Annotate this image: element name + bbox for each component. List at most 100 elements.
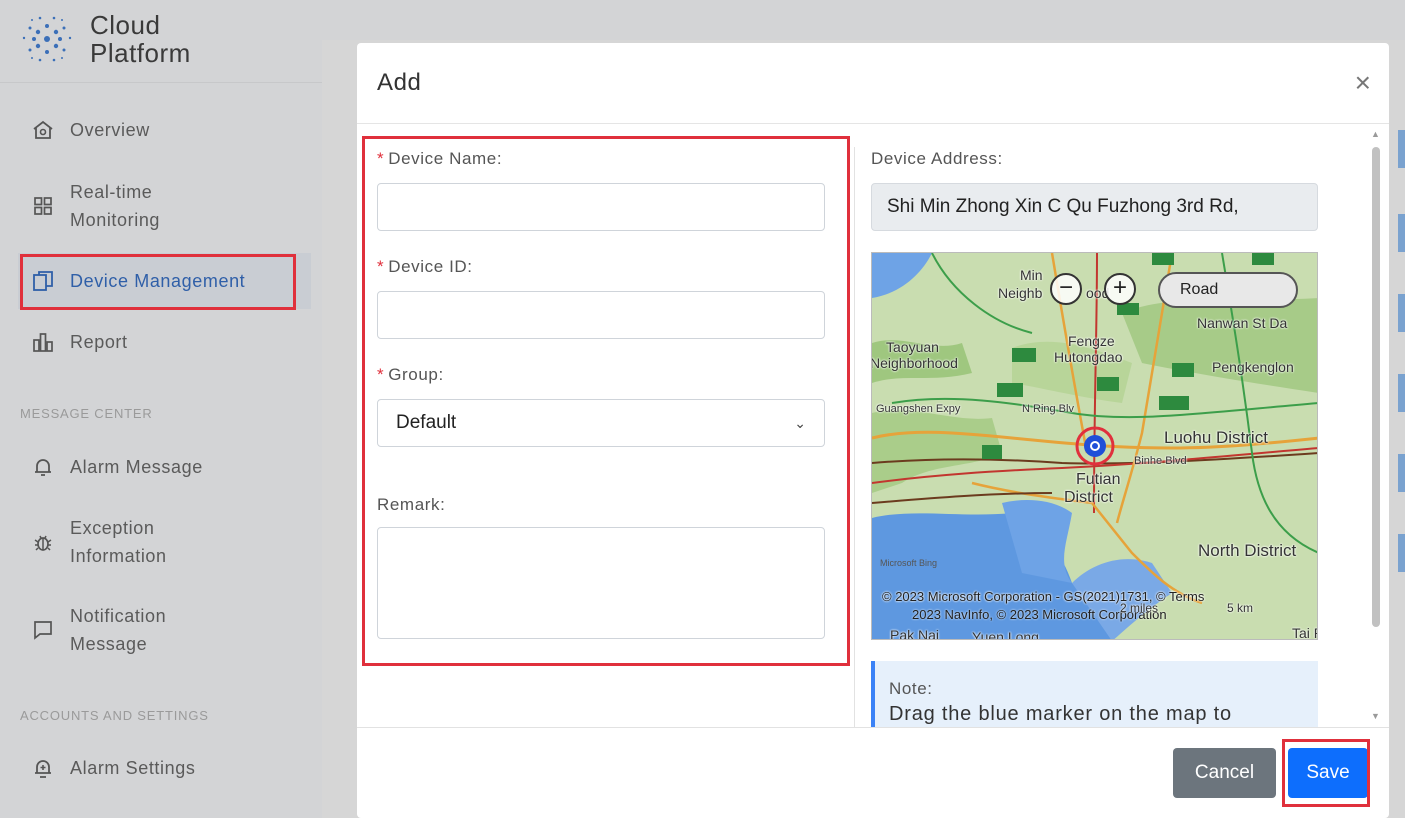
location-map[interactable]: Min Neighb ood − + Road Nanwan St Da Tao… — [871, 252, 1318, 640]
sidebar-item-report[interactable]: Report — [30, 328, 128, 356]
device-id-input[interactable] — [377, 291, 825, 339]
sidebar-item-label: Device Management — [70, 271, 246, 291]
required-mark: * — [377, 149, 385, 168]
device-icon — [30, 268, 56, 294]
zoom-out-button[interactable]: − — [1050, 273, 1082, 305]
app-title-line1: Cloud — [90, 10, 161, 40]
sidebar-item-label: Overview — [70, 120, 150, 140]
label-line2: Monitoring — [70, 210, 161, 230]
map-label: Fengze — [1068, 333, 1115, 349]
bug-icon — [30, 529, 56, 555]
note-box: Note: Drag the blue marker on the map to — [871, 661, 1318, 727]
sidebar-item-alarm-settings[interactable]: Alarm Settings — [30, 754, 195, 782]
sidebar-item-label: Alarm Settings — [70, 758, 196, 778]
label-text: Device Name: — [388, 149, 503, 168]
map-layer-button[interactable]: Road — [1158, 272, 1298, 308]
label-text: Device ID: — [388, 257, 473, 276]
scroll-down-icon[interactable]: ▼ — [1371, 711, 1380, 721]
sidebar-item-label: Notification Message — [70, 602, 166, 658]
cloud-logo-icon — [22, 16, 72, 62]
sidebar-item-label: Real-time Monitoring — [70, 178, 160, 234]
device-name-label: * Device Name: — [377, 149, 502, 169]
grid-icon — [30, 193, 56, 219]
map-label: District — [1064, 489, 1113, 506]
alarm-settings-icon — [30, 755, 56, 781]
divider — [854, 147, 855, 727]
map-label: Taoyuan — [886, 339, 939, 355]
map-provider-logo: Microsoft Bing — [880, 558, 938, 568]
cancel-button[interactable]: Cancel — [1173, 748, 1276, 798]
label-line1: Notification — [70, 606, 167, 626]
sidebar-item-overview[interactable]: Overview — [30, 116, 150, 144]
map-label: Binhe Blvd — [1134, 455, 1187, 467]
map-label: Pengkenglon — [1212, 359, 1294, 375]
sidebar-item-label: Alarm Message — [70, 457, 203, 477]
sidebar-item-label: Report — [70, 332, 128, 352]
label-line1: Real-time — [70, 182, 153, 202]
background-row-marker — [1398, 534, 1405, 572]
background-row-marker — [1398, 214, 1405, 252]
remark-textarea[interactable] — [377, 527, 825, 639]
label-text: Group: — [388, 365, 444, 384]
zoom-in-button[interactable]: + — [1104, 273, 1136, 305]
save-button[interactable]: Save — [1288, 748, 1368, 798]
divider — [357, 727, 1389, 728]
background-row-marker — [1398, 454, 1405, 492]
dialog-scrollbar[interactable]: ▲ ▼ — [1368, 127, 1382, 727]
map-label: N Ring Blv — [1022, 403, 1074, 415]
dialog-title: Add — [377, 69, 422, 96]
device-id-label: * Device ID: — [377, 257, 473, 277]
device-address-label: Device Address: — [871, 149, 1003, 168]
logo: Cloud Platform — [18, 10, 191, 68]
chevron-down-icon: ⌄ — [794, 414, 806, 431]
home-icon — [30, 117, 56, 143]
bar-chart-icon — [30, 329, 56, 355]
map-label: Hutongdao — [1054, 349, 1123, 365]
background-row-marker — [1398, 294, 1405, 332]
road-layer-label: Road — [1180, 281, 1219, 298]
map-label: Guangshen Expy — [876, 403, 961, 415]
note-text: Drag the blue marker on the map to — [889, 703, 1232, 725]
map-label: Yuen Long — [972, 629, 1039, 640]
background-row-marker — [1398, 374, 1405, 412]
background-row-marker — [1398, 130, 1405, 168]
label-line2: Message — [70, 634, 148, 654]
device-name-input[interactable] — [377, 183, 825, 231]
map-label: Neighborhood — [871, 355, 958, 371]
sidebar-item-real-time-monitoring[interactable]: Real-time Monitoring — [30, 178, 160, 234]
group-select[interactable]: Default ⌄ — [377, 399, 825, 447]
page-header-backdrop — [322, 0, 1405, 40]
sidebar-item-alarm-message[interactable]: Alarm Message — [30, 453, 203, 481]
group-label: * Group: — [377, 365, 444, 385]
map-label: Pak Nai — [890, 627, 940, 640]
sidebar-item-device-management[interactable]: Device Management — [30, 267, 245, 295]
required-mark: * — [377, 365, 385, 384]
map-label: Neighb — [998, 285, 1043, 301]
device-address-field: Shi Min Zhong Xin C Qu Fuzhong 3rd Rd, — [871, 183, 1318, 231]
sidebar-item-label: Exception Information — [70, 514, 167, 570]
label-line2: Information — [70, 546, 167, 566]
label-line1: Exception — [70, 518, 155, 538]
map-scale-miles: 2 miles — [1120, 601, 1159, 615]
sidebar-item-notification-message[interactable]: Notification Message — [30, 602, 166, 658]
map-label: Futian — [1076, 471, 1121, 488]
divider — [0, 82, 322, 83]
bell-icon — [30, 454, 56, 480]
message-icon — [30, 617, 56, 643]
map-label: Nanwan St Da — [1197, 315, 1288, 331]
section-label-message-center: MESSAGE CENTER — [20, 406, 153, 421]
sidebar-item-exception-information[interactable]: Exception Information — [30, 514, 167, 570]
close-icon[interactable]: × — [1355, 69, 1371, 97]
required-mark: * — [377, 257, 385, 276]
map-label: Luohu District — [1164, 428, 1268, 447]
app-title: Cloud Platform — [90, 11, 191, 67]
note-title: Note: — [889, 679, 933, 698]
map-label: North District — [1198, 541, 1297, 560]
page-backdrop-edge — [1392, 80, 1405, 818]
scroll-thumb[interactable] — [1372, 147, 1380, 627]
divider — [357, 123, 1389, 124]
map-label: Min — [1020, 267, 1043, 283]
app-title-line2: Platform — [90, 38, 191, 68]
map-label: Tai P — [1292, 625, 1317, 640]
scroll-up-icon[interactable]: ▲ — [1371, 129, 1380, 139]
